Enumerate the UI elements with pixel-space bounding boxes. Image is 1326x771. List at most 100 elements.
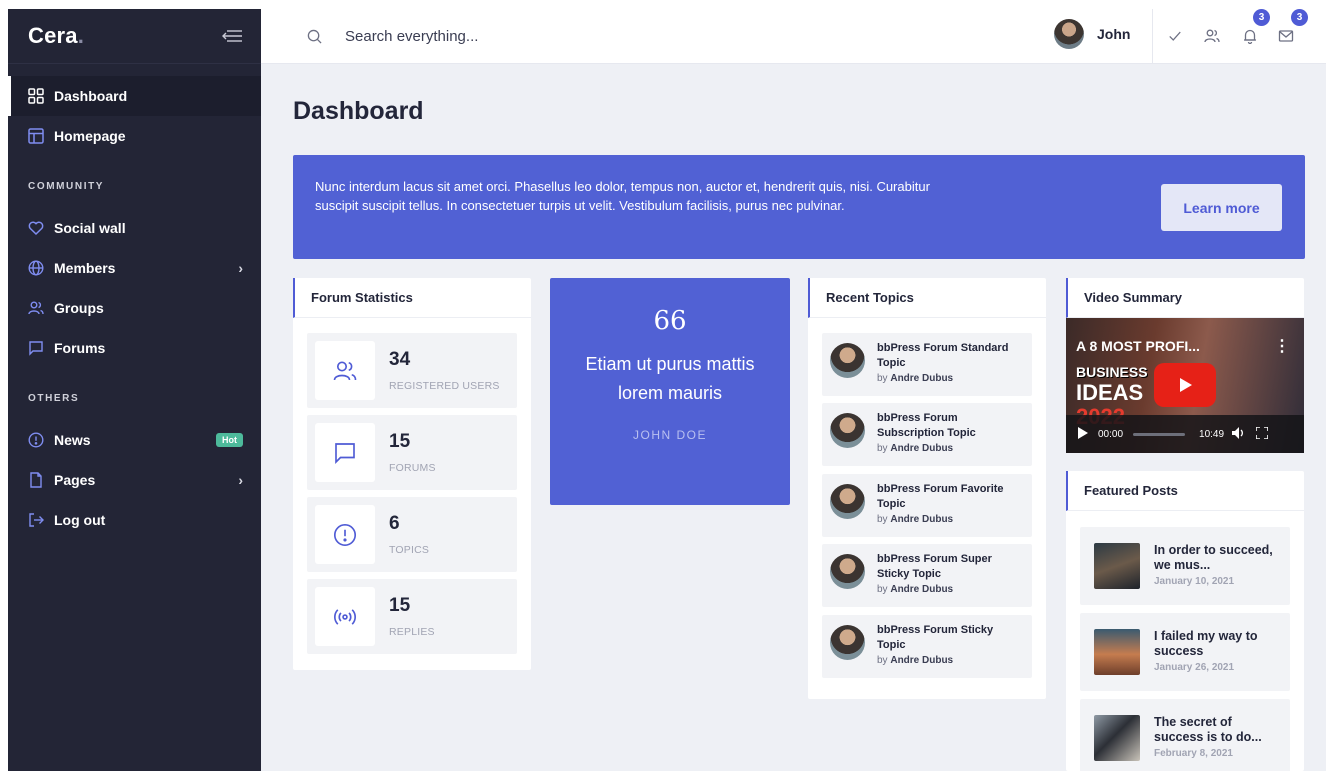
post-title-text: The secret of success is to do... [1154,715,1262,744]
stat-value: 34 [389,349,411,370]
video-title[interactable]: A 8 MOST PROFI... [1076,338,1200,354]
topic-title[interactable]: bbPress Forum Super Sticky Topic by Andre… [877,552,1017,597]
sidebar-item-homepage[interactable]: Homepage [8,116,261,156]
post-title[interactable]: The secret of success is to do... Februar… [1154,715,1282,761]
stat-value: 15 [389,431,411,452]
total-time: 10:49 [1199,428,1225,440]
heart-icon [28,220,44,236]
topic-item[interactable]: bbPress Forum Super Sticky Topic by Andre… [822,544,1032,607]
stat-value: 6 [389,513,400,534]
stat-value: 15 [389,595,411,616]
sidebar-item-label: Groups [54,300,104,316]
logo-text: Cera [28,23,78,48]
stat-label: TOPICS [389,544,430,556]
topic-title[interactable]: bbPress Forum Standard Topic by Andre Dub… [877,341,1017,386]
post-title[interactable]: In order to succeed, we mus... January 10… [1154,543,1282,589]
sidebar-item-log-out[interactable]: Log out [8,500,261,540]
sidebar-item-news[interactable]: News Hot [8,420,261,460]
avatar[interactable] [1054,19,1084,49]
sidebar: Cera. Dashboard Homepage COMMUNITY Socia… [8,9,261,771]
post-title[interactable]: I failed my way to success January 26, 20… [1154,629,1282,675]
topic-item[interactable]: bbPress Forum Subscription Topic by Andre… [822,403,1032,466]
sidebar-item-forums[interactable]: Forums [8,328,261,368]
play-small-icon[interactable] [1078,426,1088,442]
fullscreen-icon[interactable] [1255,425,1269,442]
topic-title[interactable]: bbPress Forum Subscription Topic by Andre… [877,411,1017,456]
video-overlay-line2: IDEAS [1076,380,1144,405]
progress-bar[interactable] [1133,432,1186,436]
video-summary-card: Video Summary A 8 MOST PROFI... ⋮ BUSINE… [1066,278,1304,453]
author-name[interactable]: Andre Dubus [890,373,953,384]
sidebar-item-label: Pages [54,472,96,488]
topic-title[interactable]: bbPress Forum Sticky Topic by Andre Dubus [877,623,1017,668]
sidebar-item-label: Social wall [54,220,126,236]
section-heading-others: OTHERS [28,392,80,404]
card-title: Featured Posts [1066,471,1304,511]
video-controls: 00:00 10:49 [1066,415,1304,453]
forum-statistics-card: Forum Statistics 34 REGISTERED USERS 15 … [293,278,531,670]
video-player[interactable]: A 8 MOST PROFI... ⋮ BUSINESS IDEAS 2022 … [1066,318,1304,453]
by-prefix: by [877,584,888,595]
alert-circle-icon [315,505,375,564]
stat-registered-users: 34 REGISTERED USERS [307,333,517,408]
author-name[interactable]: Andre Dubus [890,584,953,595]
sidebar-item-members[interactable]: Members › [8,248,261,288]
featured-post[interactable]: In order to succeed, we mus... January 10… [1080,527,1290,605]
sidebar-item-pages[interactable]: Pages › [8,460,261,500]
author-name[interactable]: Andre Dubus [890,514,953,525]
sidebar-header: Cera. [8,9,261,64]
sidebar-item-social-wall[interactable]: Social wall [8,208,261,248]
broadcast-icon [315,587,375,646]
info-banner: Nunc interdum lacus sit amet orci. Phase… [293,155,1305,259]
bell-icon[interactable] [1242,28,1258,44]
post-thumbnail[interactable] [1094,715,1140,761]
author-name[interactable]: Andre Dubus [890,443,953,454]
post-date: January 26, 2021 [1154,662,1235,673]
topic-item[interactable]: bbPress Forum Standard Topic by Andre Dub… [822,333,1032,396]
post-thumbnail[interactable] [1094,543,1140,589]
check-icon[interactable] [1167,28,1183,44]
topic-item[interactable]: bbPress Forum Favorite Topic by Andre Dub… [822,474,1032,537]
avatar [830,484,865,519]
play-icon [1180,378,1192,392]
stat-replies: 15 REPLIES [307,579,517,654]
video-overlay-line1: BUSINESS [1076,364,1148,380]
user-menu[interactable]: John [1054,19,1130,49]
friends-icon[interactable] [1204,28,1220,44]
topbar: John 3 3 [261,9,1326,64]
dashboard-grid-icon [28,88,44,104]
author-name[interactable]: Andre Dubus [890,655,953,666]
featured-posts-card: Featured Posts In order to succeed, we m… [1066,471,1304,771]
by-prefix: by [877,373,888,384]
by-prefix: by [877,514,888,525]
notifications-badge: 3 [1253,9,1270,26]
topic-author: by Andre Dubus [877,655,953,666]
sidebar-item-dashboard[interactable]: Dashboard [8,76,261,116]
topic-author: by Andre Dubus [877,514,953,525]
sidebar-item-label: Dashboard [54,88,128,104]
more-options-icon[interactable]: ⋮ [1274,336,1290,356]
topic-title-text: bbPress Forum Sticky Topic [877,624,994,651]
stat-forums: 15 FORUMS [307,415,517,490]
search-icon[interactable] [307,28,323,44]
volume-icon[interactable] [1232,426,1246,442]
avatar [830,343,865,378]
topic-title[interactable]: bbPress Forum Favorite Topic by Andre Dub… [877,482,1017,527]
current-time: 00:00 [1098,428,1124,440]
collapse-sidebar-icon[interactable] [221,29,243,43]
play-button[interactable] [1154,363,1216,407]
topic-item[interactable]: bbPress Forum Sticky Topic by Andre Dubus [822,615,1032,678]
search-input[interactable] [345,27,845,45]
topic-author: by Andre Dubus [877,584,953,595]
quote-author: JOHN DOE [632,428,707,442]
featured-post[interactable]: The secret of success is to do... Februar… [1080,699,1290,771]
topic-author: by Andre Dubus [877,443,953,454]
mail-icon[interactable] [1278,28,1294,44]
learn-more-button[interactable]: Learn more [1161,184,1282,231]
featured-post[interactable]: I failed my way to success January 26, 20… [1080,613,1290,691]
logo[interactable]: Cera. [28,23,84,49]
banner-text: Nunc interdum lacus sit amet orci. Phase… [315,179,930,213]
post-thumbnail[interactable] [1094,629,1140,675]
chevron-right-icon: › [238,472,243,488]
sidebar-item-groups[interactable]: Groups [8,288,261,328]
